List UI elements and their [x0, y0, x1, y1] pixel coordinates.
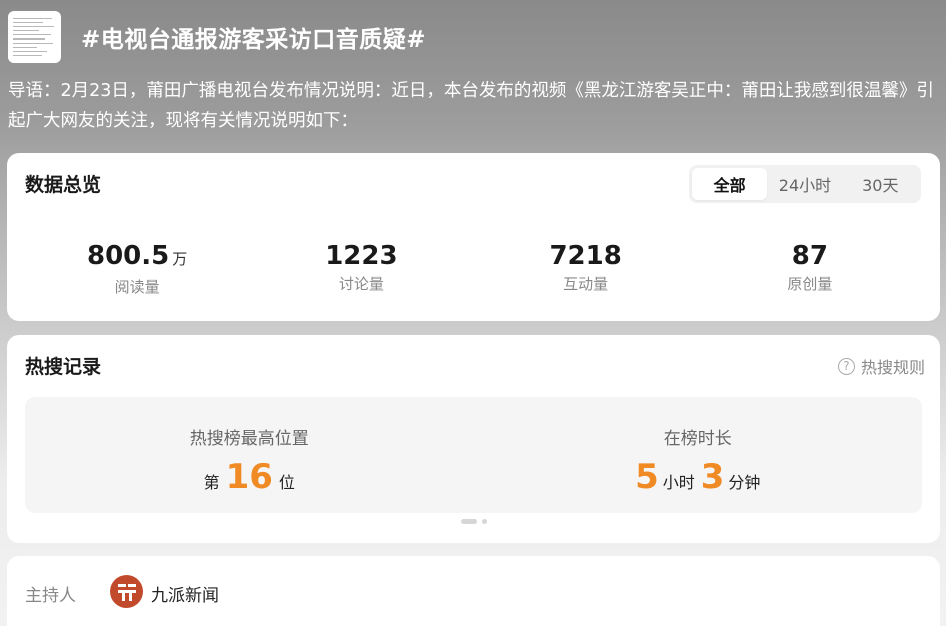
stat-discussions-label: 讨论量 — [338, 275, 384, 293]
host-logo-icon — [117, 583, 136, 601]
carousel-indicator[interactable] — [7, 519, 940, 524]
carousel-dot-active[interactable] — [460, 519, 477, 524]
highest-rank-value: 第 16 位 — [25, 459, 474, 495]
duration-label: 在榜时长 — [663, 429, 732, 449]
topic-thumbnail[interactable] — [8, 11, 61, 63]
stat-discussions-value: 1223 — [325, 241, 398, 271]
duration-minutes-unit: 分钟 — [728, 473, 761, 492]
duration-hours: 5 — [635, 457, 659, 497]
data-overview-title: 数据总览 — [25, 174, 102, 196]
duration-minutes: 3 — [700, 457, 725, 497]
tab-all[interactable]: 全部 — [692, 168, 768, 200]
duration-block: 在榜时长 5 小时 3 分钟 — [474, 397, 923, 513]
stat-reads-value: 800.5 万 — [86, 241, 188, 271]
time-range-tabs: 全部 24小时 30天 — [689, 165, 921, 203]
hot-search-summary: 热搜榜最高位置 第 16 位 在榜时长 5 小时 3 分钟 — [25, 397, 922, 513]
duration-hours-unit: 小时 — [662, 473, 695, 492]
topic-header: #电视台通报游客采访口音质疑# — [8, 11, 426, 63]
topic-intro: 导语：2月23日，莆田广播电视台发布情况说明：近日，本台发布的视频《黑龙江游客吴… — [8, 81, 934, 131]
hot-search-rules-label: 热搜规则 — [860, 358, 925, 377]
stat-reads-label: 阅读量 — [114, 278, 160, 296]
stat-interactions-value: 7218 — [549, 241, 622, 271]
topic-title: #电视台通报游客采访口音质疑# — [81, 27, 427, 53]
tab-24h[interactable]: 24小时 — [767, 168, 842, 200]
highest-rank-label: 热搜榜最高位置 — [189, 429, 309, 449]
tab-30d[interactable]: 30天 — [843, 168, 918, 200]
rank-suffix: 位 — [278, 473, 295, 492]
stats-row: 800.5 万 阅读量 1223 讨论量 7218 互动量 87 原创量 — [25, 241, 922, 297]
stat-originals: 87 原创量 — [698, 241, 922, 297]
stat-interactions-label: 互动量 — [563, 275, 609, 293]
data-overview-card: 数据总览 全部 24小时 30天 800.5 万 阅读量 1223 讨论量 721… — [7, 153, 940, 321]
host-name[interactable]: 九派新闻 — [151, 581, 219, 606]
stat-reads: 800.5 万 阅读量 — [25, 241, 249, 297]
highest-rank-block: 热搜榜最高位置 第 16 位 — [25, 397, 474, 513]
stat-originals-label: 原创量 — [787, 275, 833, 293]
hot-search-title: 热搜记录 — [25, 356, 102, 378]
stat-discussions: 1223 讨论量 — [249, 241, 473, 297]
stat-reads-unit: 万 — [172, 250, 188, 268]
host-card: 主持人 九派新闻 — [7, 556, 940, 626]
rank-number: 16 — [225, 457, 273, 497]
hot-search-card: 热搜记录 ? 热搜规则 热搜榜最高位置 第 16 位 在榜时长 5 小时 3 分… — [7, 335, 940, 543]
carousel-dot[interactable] — [481, 519, 487, 524]
host-label: 主持人 — [25, 586, 76, 606]
stat-interactions: 7218 互动量 — [474, 241, 698, 297]
duration-value: 5 小时 3 分钟 — [474, 459, 923, 495]
stat-originals-value: 87 — [791, 241, 828, 271]
rank-prefix: 第 — [203, 473, 220, 492]
question-mark-icon: ? — [837, 357, 855, 375]
hot-search-rules-link[interactable]: ? 热搜规则 — [837, 354, 925, 378]
host-avatar[interactable] — [110, 575, 143, 608]
